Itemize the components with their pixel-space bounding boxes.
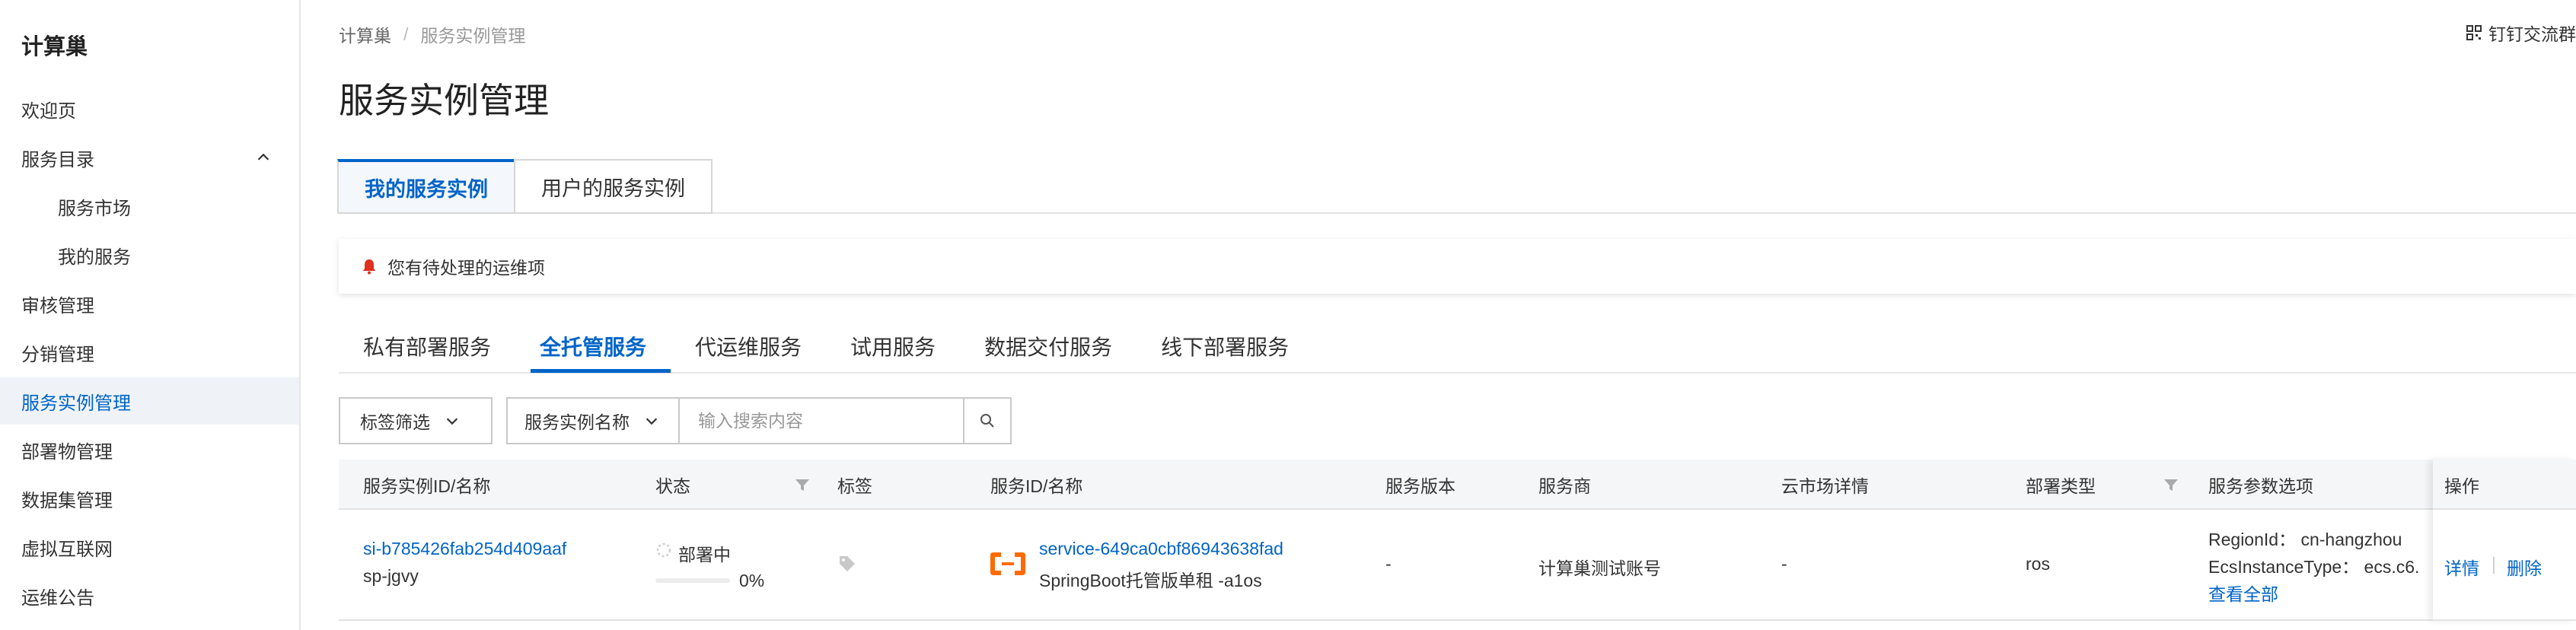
dingtalk-group-label: 钉钉交流群 [2488, 24, 2576, 44]
col-market: 云市场详情 [1781, 476, 1869, 496]
tag-filter-label: 标签筛选 [360, 412, 430, 432]
search-button[interactable] [964, 397, 1012, 444]
table-header: 服务实例ID/名称 状态 标签 服务ID/名称 服务版本 服务商 云市场详情 部… [339, 460, 2576, 510]
sidebar-item-review[interactable]: 审核管理 [0, 280, 299, 327]
page-title: 服务实例管理 [339, 81, 549, 120]
alert-text: 您有待处理的运维项 [387, 258, 545, 278]
service-version: - [1385, 554, 1392, 574]
col-service-id: 服务ID/名称 [990, 476, 1083, 496]
col-instance-id: 服务实例ID/名称 [363, 476, 491, 496]
sidebar-item-label: 服务目录 [21, 149, 94, 170]
col-params: 服务参数选项 [2208, 476, 2313, 496]
loading-spinner-icon [656, 542, 671, 558]
param-region: RegionId： cn-hangzhou [2208, 530, 2402, 549]
sidebar-item-service-catalog[interactable]: 服务目录 [0, 134, 299, 181]
tag-icon[interactable] [837, 554, 857, 574]
sidebar-item-instances[interactable]: 服务实例管理 [0, 377, 299, 425]
sidebar-item-artifacts[interactable]: 部署物管理 [0, 426, 299, 473]
actions-column-shadow [2433, 460, 2576, 621]
search-field-label: 服务实例名称 [524, 412, 630, 432]
aliyun-logo-icon [990, 552, 1025, 575]
progress-text: 0% [739, 571, 765, 590]
sidebar-item-distribution[interactable]: 分销管理 [0, 329, 299, 376]
pending-ops-alert[interactable]: 您有待处理的运维项 [339, 239, 2576, 294]
tab-data-delivery[interactable]: 数据交付服务 [960, 320, 1137, 373]
qrcode-icon [2466, 25, 2482, 40]
sidebar-item-service-market[interactable]: 服务市场 [0, 183, 299, 230]
instance-owner-tabs: 我的服务实例 用户的服务实例 [337, 159, 713, 214]
sidebar-item-my-services[interactable]: 我的服务 [0, 231, 299, 278]
instance-name: sp-jgvy [363, 566, 419, 586]
tag-filter-select[interactable]: 标签筛选 [339, 397, 493, 444]
sidebar-item-vnet[interactable]: 虚拟互联网 [0, 523, 299, 571]
breadcrumb-current: 服务实例管理 [420, 26, 526, 46]
deploy-type: ros [2026, 554, 2050, 574]
chevron-down-icon [646, 418, 658, 425]
filter-icon[interactable] [794, 476, 811, 493]
tab-my-instances[interactable]: 我的服务实例 [337, 159, 515, 214]
search-icon [980, 414, 994, 428]
provider-name: 计算巢测试账号 [1538, 558, 1661, 578]
filter-bar: 标签筛选 服务实例名称 [339, 397, 1012, 444]
param-instance-type: EcsInstanceType： ecs.c6. [2208, 557, 2420, 577]
tab-private-deploy[interactable]: 私有部署服务 [339, 320, 515, 373]
tab-offline-deploy[interactable]: 线下部署服务 [1137, 320, 1313, 373]
tab-fully-managed[interactable]: 全托管服务 [515, 320, 671, 373]
chevron-down-icon [446, 418, 458, 425]
tab-trial[interactable]: 试用服务 [826, 320, 960, 373]
sidebar-item-welcome[interactable]: 欢迎页 [0, 85, 299, 132]
view-all-link[interactable]: 查看全部 [2208, 580, 2278, 606]
search-input[interactable] [678, 397, 964, 444]
col-provider: 服务商 [1538, 476, 1591, 496]
service-id-link[interactable]: service-649ca0cbf86943638fad [1039, 539, 1283, 559]
sidebar-item-announcements[interactable]: 运维公告 [0, 572, 299, 619]
tab-managed-ops[interactable]: 代运维服务 [671, 320, 826, 373]
progress-bar [655, 578, 730, 583]
tab-user-instances[interactable]: 用户的服务实例 [514, 159, 713, 214]
market-detail: - [1781, 554, 1787, 574]
dingtalk-group-link[interactable]: 钉钉交流群 [2466, 20, 2576, 46]
breadcrumb-separator: / [403, 24, 409, 44]
service-name: SpringBoot托管版单租 -a1os [1039, 571, 1262, 590]
breadcrumb-root[interactable]: 计算巢 [339, 21, 391, 47]
instance-id-link[interactable]: si-b785426fab254d409aaf [363, 539, 566, 559]
filter-icon[interactable] [2163, 476, 2179, 493]
sidebar-item-datasets[interactable]: 数据集管理 [0, 475, 299, 522]
sidebar: 计算巢 欢迎页 服务目录 服务市场 我的服务 审核管理 分销管理 服务实例管理 … [0, 0, 301, 630]
sidebar-title: 计算巢 [21, 35, 88, 59]
col-status: 状态 [655, 476, 690, 496]
bell-icon [363, 259, 375, 275]
breadcrumb: 计算巢 / 服务实例管理 [339, 21, 525, 47]
search-field-select[interactable]: 服务实例名称 [506, 397, 678, 444]
col-deploy-type: 部署类型 [2026, 476, 2096, 496]
status-text: 部署中 [678, 545, 731, 565]
col-tags: 标签 [837, 476, 872, 496]
service-type-tabs: 私有部署服务 全托管服务 代运维服务 试用服务 数据交付服务 线下部署服务 [339, 320, 1313, 373]
col-version: 服务版本 [1385, 476, 1455, 496]
search-group: 服务实例名称 [506, 397, 1012, 444]
table-row: si-b785426fab254d409aaf sp-jgvy 部署中 0% s… [339, 510, 2576, 621]
chevron-up-icon[interactable] [255, 149, 272, 166]
